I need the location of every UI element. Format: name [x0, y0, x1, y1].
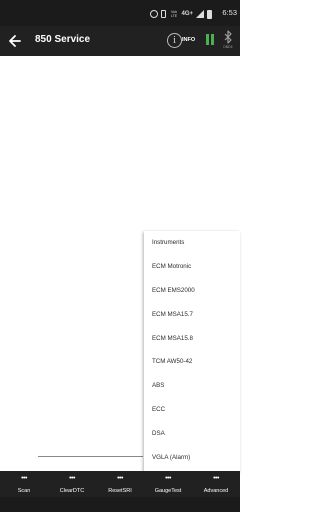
content-divider: [38, 456, 143, 457]
alarm-icon: [150, 10, 159, 18]
reset-sri-label: ResetSRI: [108, 488, 132, 494]
menu-item-ecm-motronic[interactable]: ECM Motronic: [144, 255, 240, 279]
menu-item-ecc[interactable]: ECC: [144, 398, 240, 422]
menu-item-ecm-msa158[interactable]: ECM MSA15.8: [144, 326, 240, 350]
menu-item-ecm-msa157[interactable]: ECM MSA15.7: [144, 302, 240, 326]
arrow-left-icon[interactable]: [8, 32, 22, 50]
bluetooth-icon[interactable]: [222, 30, 234, 44]
pause-icon[interactable]: [206, 34, 214, 46]
menu-item-ecm-ems2000[interactable]: ECM EMS2000: [144, 279, 240, 303]
info-button-label[interactable]: INFO: [182, 37, 195, 43]
advanced-label: Advanced: [203, 488, 229, 494]
vibrate-icon: [161, 10, 167, 18]
gauge-test-button[interactable]: ••• GaugeTest: [144, 471, 192, 497]
status-time: 6:53: [222, 8, 237, 17]
menu-item-instruments[interactable]: Instruments: [144, 231, 240, 255]
menu-item-abs[interactable]: ABS: [144, 374, 240, 398]
more-dots-icon: •••: [117, 475, 123, 482]
scan-button[interactable]: ••• Scan: [0, 471, 48, 497]
clear-dtc-label: ClearDTC: [59, 488, 85, 494]
info-icon[interactable]: i: [167, 33, 182, 48]
signal-icon: [196, 10, 204, 18]
gauge-test-label: GaugeTest: [154, 488, 182, 494]
network-type: 4G+: [181, 11, 193, 17]
more-dots-icon: •••: [69, 475, 75, 482]
reset-sri-button[interactable]: ••• ResetSRI: [96, 471, 144, 497]
app-toolbar: 850 Service i INFO OBDII: [0, 26, 240, 56]
menu-item-vgla-alarm[interactable]: VGLA (Alarm): [144, 445, 240, 469]
obdii-label: OBDII: [223, 45, 233, 49]
module-menu: Instruments ECM Motronic ECM EMS2000 ECM…: [144, 231, 240, 472]
bottom-action-bar: ••• Scan ••• ClearDTC ••• ResetSRI ••• G…: [0, 471, 240, 497]
menu-item-dsa[interactable]: DSA: [144, 421, 240, 445]
volte-label: Voh LTE: [170, 10, 178, 18]
more-dots-icon: •••: [21, 475, 27, 482]
more-dots-icon: •••: [165, 475, 171, 482]
status-bar: Voh LTE 4G+ 6:53: [0, 0, 240, 26]
menu-item-tcm-aw5042[interactable]: TCM AW50-42: [144, 350, 240, 374]
system-nav-bar: [0, 497, 240, 512]
battery-icon: [207, 9, 212, 19]
page-title: 850 Service: [35, 34, 91, 45]
status-icons: Voh LTE 4G+: [150, 8, 212, 20]
clear-dtc-button[interactable]: ••• ClearDTC: [48, 471, 96, 497]
more-dots-icon: •••: [213, 475, 219, 482]
scan-label: Scan: [17, 488, 31, 494]
advanced-button[interactable]: ••• Advanced: [192, 471, 240, 497]
